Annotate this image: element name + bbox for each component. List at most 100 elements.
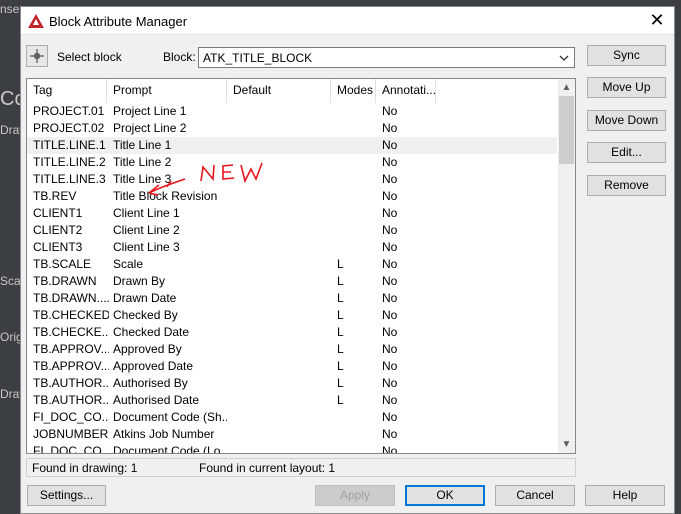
cell-tag: TB.CHECKED [33,308,109,322]
background-text: Draw [0,387,20,401]
cell-tag: CLIENT3 [33,240,83,254]
cell-annot: No [382,410,398,424]
cell-prompt: Approved By [113,342,182,356]
move-up-button[interactable]: Move Up [587,77,666,98]
list-header: Tag Prompt Default Modes Annotati... [27,79,557,103]
table-row[interactable]: TB.SCALE Scale L No [27,256,557,273]
column-header-prompt[interactable]: Prompt [107,79,227,103]
cell-prompt: Atkins Job Number [113,427,215,441]
cell-modes: L [337,291,344,305]
table-row[interactable]: TITLE.LINE.2 Title Line 2 No [27,154,557,171]
cell-tag: PROJECT.01 [33,104,105,118]
cell-annot: No [382,155,398,169]
cell-annot: No [382,257,398,271]
cell-tag: CLIENT2 [33,223,83,237]
scrollbar-thumb[interactable] [559,96,574,164]
cell-tag: TITLE.LINE.2 [33,155,106,169]
background-text: Orig [0,330,20,344]
sync-button[interactable]: Sync [587,45,666,66]
table-row[interactable]: JOBNUMBER Atkins Job Number No [27,426,557,443]
cell-modes: L [337,325,344,339]
table-row[interactable]: TB.APPROV... Approved Date L No [27,358,557,375]
attribute-list[interactable]: Tag Prompt Default Modes Annotati... PRO… [26,78,576,454]
edit-button[interactable]: Edit... [587,142,666,163]
table-row[interactable]: FI_DOC_CO... Document Code (Sh... No [27,409,557,426]
cell-modes: L [337,376,344,390]
table-row[interactable]: TB.APPROV... Approved By L No [27,341,557,358]
background-text: Co [0,88,20,110]
column-header-default[interactable]: Default [227,79,331,103]
table-row[interactable]: TB.CHECKED Checked By L No [27,307,557,324]
cell-prompt: Scale [113,257,144,271]
remove-button[interactable]: Remove [587,175,666,196]
table-row[interactable]: TB.CHECKE... Checked Date L No [27,324,557,341]
background-app-strip: nsel Co Draw Sca Orig Draw [0,0,20,514]
scroll-up-icon[interactable]: ▲ [558,79,575,96]
cell-annot: No [382,189,398,203]
block-dropdown-value: ATK_TITLE_BLOCK [203,51,313,65]
table-row[interactable]: CLIENT1 Client Line 1 No [27,205,557,222]
dialog-title: Block Attribute Manager [49,14,188,29]
cell-tag: TB.DRAWN.... [33,291,109,305]
cell-annot: No [382,274,398,288]
cell-tag: TITLE.LINE.3 [33,172,106,186]
cell-modes: L [337,274,344,288]
table-row[interactable]: TB.AUTHOR... Authorised By L No [27,375,557,392]
cell-tag: TB.AUTHOR... [33,376,109,390]
cell-tag: PROJECT.02 [33,121,105,135]
table-row[interactable]: TITLE.LINE.3 Title Line 3 No [27,171,557,188]
cell-annot: No [382,444,398,454]
close-button[interactable]: ✕ [640,7,674,34]
cell-prompt: Client Line 3 [113,240,180,254]
found-in-layout-text: Found in current layout: 1 [199,461,336,475]
table-row[interactable]: CLIENT3 Client Line 3 No [27,239,557,256]
table-row[interactable]: CLIENT2 Client Line 2 No [27,222,557,239]
table-row[interactable]: PROJECT.01 Project Line 1 No [27,103,557,120]
cell-prompt: Authorised By [113,376,188,390]
cell-annot: No [382,359,398,373]
block-dropdown[interactable]: ATK_TITLE_BLOCK [198,47,575,68]
cell-annot: No [382,104,398,118]
cell-prompt: Title Line 3 [113,172,172,186]
table-row[interactable]: FI_DOC_CO... Document Code (Lo... No [27,443,557,454]
apply-button[interactable]: Apply [315,485,395,506]
block-attribute-manager-dialog: Block Attribute Manager ✕ Select block B… [20,6,675,514]
cancel-button[interactable]: Cancel [495,485,575,506]
table-row[interactable]: TB.AUTHOR... Authorised Date L No [27,392,557,409]
cell-prompt: Drawn By [113,274,166,288]
column-header-tag[interactable]: Tag [27,79,107,103]
vertical-scrollbar[interactable]: ▲ ▼ [558,79,575,453]
table-row[interactable]: PROJECT.02 Project Line 2 No [27,120,557,137]
ok-button[interactable]: OK [405,485,485,506]
cell-tag: CLIENT1 [33,206,83,220]
cell-modes: L [337,359,344,373]
table-row[interactable]: TITLE.LINE.1 Title Line 1 No [27,137,557,154]
move-down-button[interactable]: Move Down [587,110,666,131]
cell-annot: No [382,342,398,356]
background-text: Draw [0,123,20,137]
found-in-drawing-text: Found in drawing: 1 [32,461,138,475]
column-header-annotative[interactable]: Annotati... [376,79,436,103]
cell-modes: L [337,308,344,322]
cell-tag: TB.SCALE [33,257,92,271]
cell-tag: TB.DRAWN [33,274,97,288]
select-block-button[interactable] [26,45,48,67]
column-header-modes[interactable]: Modes [331,79,376,103]
cell-annot: No [382,308,398,322]
cell-tag: TB.AUTHOR... [33,393,109,407]
table-row[interactable]: TB.DRAWN Drawn By L No [27,273,557,290]
table-row[interactable]: TB.DRAWN.... Drawn Date L No [27,290,557,307]
table-row[interactable]: TB.REV Title Block Revision No [27,188,557,205]
cell-annot: No [382,240,398,254]
cell-tag: TB.CHECKE... [33,325,109,339]
cell-tag: TITLE.LINE.1 [33,138,106,152]
cell-tag: JOBNUMBER [33,427,109,441]
crosshair-icon [30,49,44,63]
cell-annot: No [382,427,398,441]
settings-button[interactable]: Settings... [27,485,106,506]
help-button[interactable]: Help [585,485,665,506]
cell-annot: No [382,376,398,390]
cell-prompt: Approved Date [113,359,194,373]
scroll-down-icon[interactable]: ▼ [558,436,575,453]
cell-prompt: Title Line 2 [113,155,172,169]
